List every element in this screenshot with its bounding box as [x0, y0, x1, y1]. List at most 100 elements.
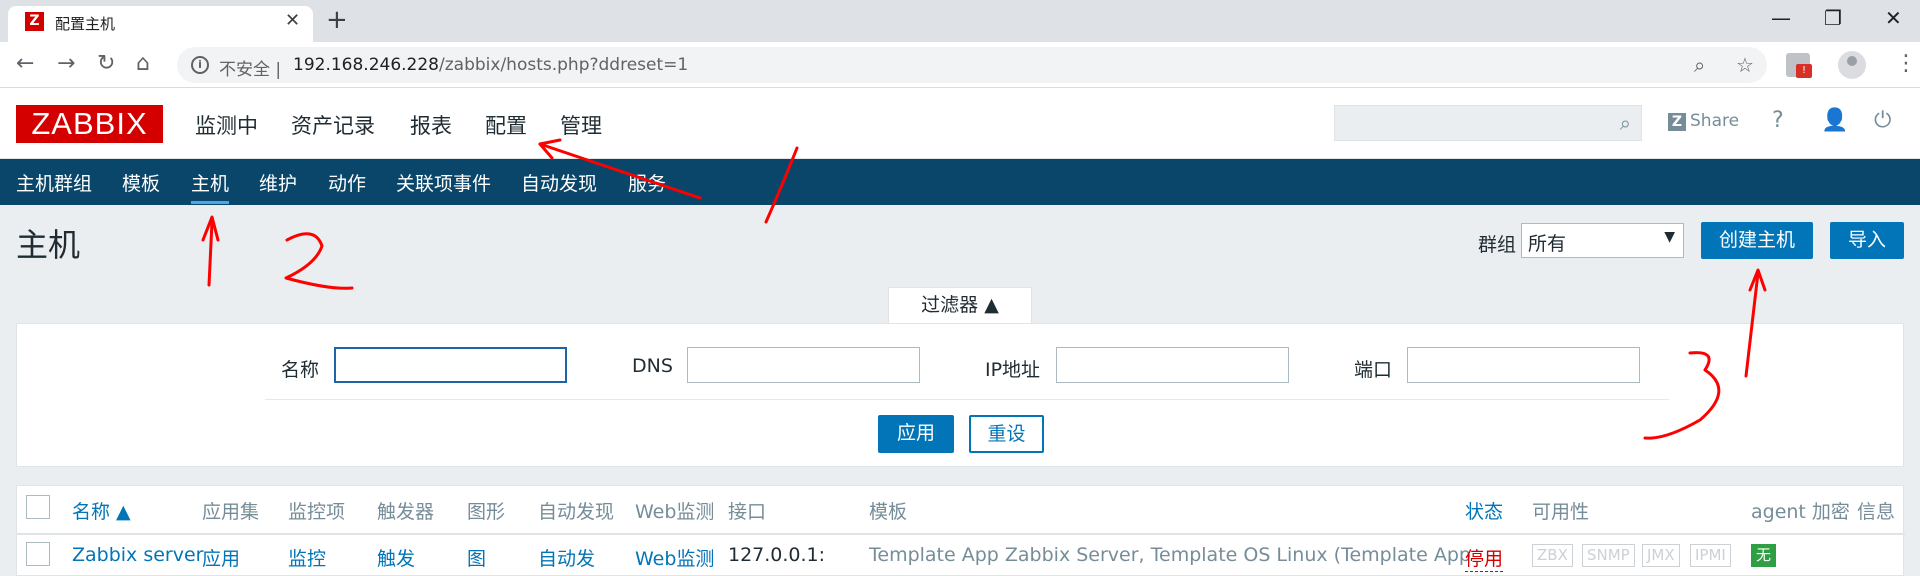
extension-icon[interactable]: !: [1786, 53, 1812, 78]
snmp-availability-badge: SNMP: [1582, 544, 1635, 567]
help-icon[interactable]: ?: [1772, 108, 1784, 133]
filter-divider: [265, 399, 1669, 400]
graphs-link[interactable]: 图: [467, 544, 486, 571]
row-checkbox[interactable]: [26, 542, 50, 566]
browser-toolbar: ← → ↻ ⌂ i 不安全 | 192.168.246.228/zabbix/h…: [0, 42, 1920, 88]
annotation-arrow-2-head: [201, 215, 220, 242]
filter-apply-button[interactable]: 应用: [878, 415, 954, 453]
filter-ip-input[interactable]: [1056, 347, 1289, 383]
zabbix-logo[interactable]: ZABBIX: [16, 105, 163, 143]
template-link[interactable]: Template App Zabbix Server: [869, 544, 1139, 566]
create-host-button[interactable]: 创建主机: [1701, 222, 1813, 259]
browser-tab[interactable]: Z 配置主机 ✕: [8, 6, 313, 42]
page-title: 主机: [16, 226, 81, 264]
filter-ip-label: IP地址: [985, 359, 1041, 381]
annotation-arrow-2-shaft: [207, 220, 214, 287]
column-header-interface: 接口: [728, 501, 767, 523]
encryption-badge: 无: [1751, 544, 1777, 567]
user-profile-icon[interactable]: 👤: [1821, 108, 1848, 133]
column-header-name[interactable]: 名称 ▲: [72, 497, 131, 524]
column-header-availability: 可用性: [1532, 501, 1590, 523]
items-link[interactable]: 监控: [288, 544, 326, 571]
subnav-host-groups[interactable]: 主机群组: [16, 169, 92, 196]
filter-dns-input[interactable]: [687, 347, 920, 383]
sub-navigation: 主机群组 模板 主机 维护 动作 关联项事件 自动发现 服务: [0, 159, 1920, 205]
header-separator: [17, 533, 1905, 535]
triggers-link[interactable]: 触发: [377, 544, 415, 571]
browser-tabstrip: Z 配置主机 ✕ + — ❐ ✕: [0, 0, 1920, 42]
web-link[interactable]: Web监测: [635, 544, 714, 571]
group-label: 群组: [1478, 234, 1517, 256]
template-link[interactable]: (Template App: [1334, 544, 1471, 566]
forward-icon[interactable]: →: [57, 51, 75, 76]
templates-cell: Template App Zabbix Server, Template OS …: [869, 544, 1471, 566]
column-header-items: 监控项: [288, 501, 346, 523]
close-tab-icon[interactable]: ✕: [285, 10, 300, 31]
address-bar[interactable]: i 不安全 | 192.168.246.228/zabbix/hosts.php…: [177, 47, 1767, 83]
reload-icon[interactable]: ↻: [97, 51, 115, 76]
browser-menu-icon[interactable]: ⋮: [1895, 51, 1917, 76]
applications-link[interactable]: 应用: [202, 544, 240, 571]
zabbix-favicon-icon: Z: [25, 12, 44, 31]
filter-toggle-tab[interactable]: 过滤器 ▲: [888, 287, 1032, 324]
info-icon[interactable]: i: [191, 56, 209, 74]
select-all-checkbox[interactable]: [26, 495, 50, 519]
share-link[interactable]: Z Share: [1668, 111, 1739, 131]
profile-avatar-icon[interactable]: [1838, 51, 1866, 79]
home-icon[interactable]: ⌂: [136, 51, 150, 76]
extension-badge: !: [1796, 64, 1812, 78]
menu-inventory[interactable]: 资产记录: [291, 110, 375, 140]
column-header-status[interactable]: 状态: [1465, 497, 1503, 524]
filter-dns-label: DNS: [632, 355, 673, 377]
subnav-discovery[interactable]: 自动发现: [521, 169, 597, 196]
group-select-value: 所有: [1528, 233, 1567, 255]
zoom-icon[interactable]: ⌕: [1694, 53, 1705, 77]
zabbix-header: ZABBIX 监测中 资产记录 报表 配置 管理 ⌕ Z Share ? 👤 ⏻: [0, 88, 1920, 159]
menu-configuration[interactable]: 配置: [485, 110, 527, 140]
new-tab-icon[interactable]: +: [326, 5, 348, 35]
subnav-actions[interactable]: 动作: [328, 169, 366, 196]
restore-window-icon[interactable]: ❐: [1824, 6, 1842, 30]
ipmi-availability-badge: IPMI: [1690, 544, 1731, 567]
close-window-icon[interactable]: ✕: [1885, 6, 1902, 30]
subnav-templates[interactable]: 模板: [122, 169, 160, 196]
menu-reports[interactable]: 报表: [410, 110, 452, 140]
search-icon[interactable]: ⌕: [1620, 111, 1631, 135]
host-name-link[interactable]: Zabbix server: [72, 544, 204, 566]
tab-title: 配置主机: [55, 15, 116, 33]
subnav-hosts[interactable]: 主机: [191, 169, 230, 204]
status-toggle[interactable]: 停用: [1465, 544, 1504, 572]
bookmark-star-icon[interactable]: ☆: [1736, 53, 1754, 77]
column-header-templates: 模板: [869, 501, 908, 523]
filter-reset-button[interactable]: 重设: [969, 415, 1044, 453]
filter-panel: 名称 DNS IP地址 端口 应用 重设: [16, 323, 1904, 467]
logout-icon[interactable]: ⏻: [1874, 108, 1891, 133]
discovery-link[interactable]: 自动发: [538, 544, 595, 571]
hosts-table: 名称 ▲ 应用集 监控项 触发器 图形 自动发现 Web监测 接口 模板 状态 …: [16, 485, 1905, 576]
share-z-icon: Z: [1668, 113, 1686, 131]
subnav-event-correlation[interactable]: 关联项事件: [396, 169, 491, 196]
column-header-triggers: 触发器: [377, 501, 435, 523]
column-header-applications: 应用集: [202, 501, 260, 523]
group-select[interactable]: 所有 ▼: [1521, 223, 1684, 258]
zbx-availability-badge: ZBX: [1532, 544, 1573, 567]
filter-port-input[interactable]: [1407, 347, 1640, 383]
minimize-window-icon[interactable]: —: [1771, 6, 1791, 30]
interface-value: 127.0.0.1:: [728, 544, 826, 566]
column-header-agent-encryption: agent 加密: [1751, 501, 1850, 523]
column-header-graphs: 图形: [467, 501, 506, 523]
global-search-input[interactable]: ⌕: [1334, 105, 1642, 141]
subnav-services[interactable]: 服务: [628, 169, 666, 196]
menu-administration[interactable]: 管理: [560, 110, 602, 140]
column-header-discovery: 自动发现: [538, 501, 615, 523]
template-link[interactable]: Template OS Linux: [1151, 544, 1328, 566]
dropdown-arrow-icon: ▼: [1664, 229, 1675, 245]
import-button[interactable]: 导入: [1830, 222, 1904, 259]
column-header-web: Web监测: [635, 501, 715, 523]
subnav-maintenance[interactable]: 维护: [259, 169, 297, 196]
menu-monitoring[interactable]: 监测中: [195, 110, 258, 140]
filter-name-input[interactable]: [334, 347, 567, 383]
back-icon[interactable]: ←: [16, 51, 34, 76]
not-secure-label: 不安全 |: [219, 60, 282, 80]
url-text[interactable]: 192.168.246.228/zabbix/hosts.php?ddreset…: [293, 55, 688, 75]
